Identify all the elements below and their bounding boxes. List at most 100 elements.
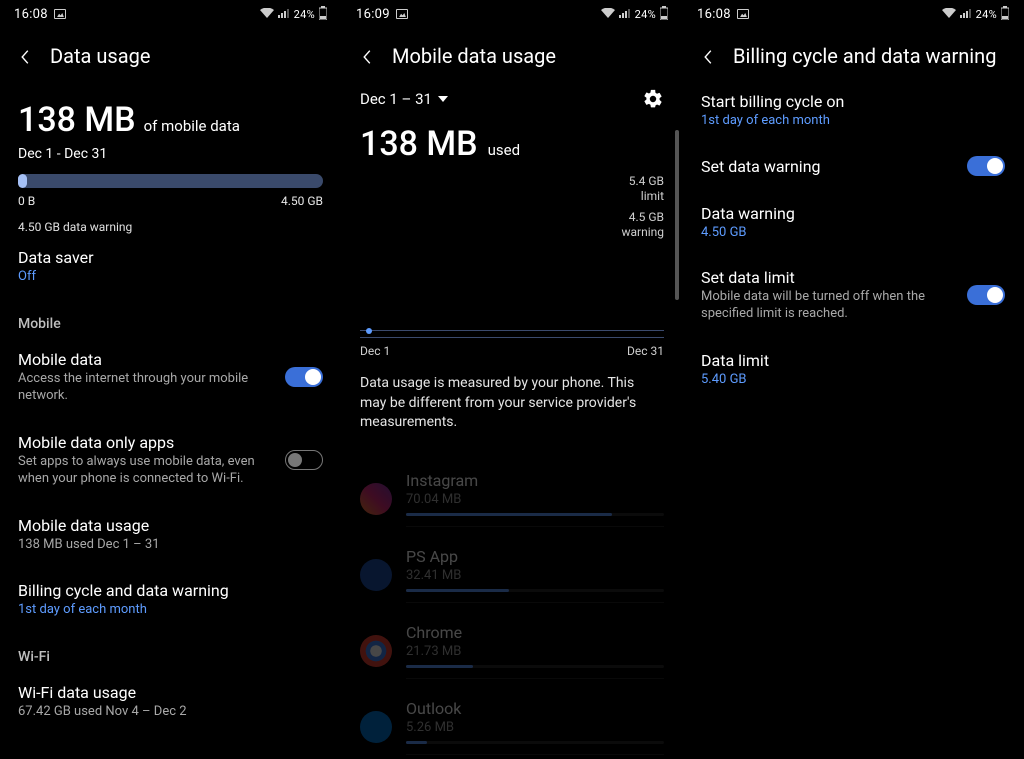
app-amount: 5.26 MB (406, 720, 664, 735)
wifi-usage-sub: 67.42 GB used Nov 4 – Dec 2 (18, 704, 323, 721)
battery-icon (1001, 6, 1009, 23)
app-row[interactable]: PS App 32.41 MB (342, 537, 682, 613)
gear-icon[interactable] (642, 88, 664, 110)
mobile-data-only-label: Mobile data only apps (18, 433, 275, 452)
row-set-warning[interactable]: Set data warning (701, 142, 1005, 190)
app-row[interactable]: Outlook 5.26 MB (342, 689, 682, 759)
back-icon[interactable] (18, 49, 32, 63)
caret-down-icon (438, 96, 448, 102)
section-wifi: Wi-Fi (18, 631, 323, 669)
screenshot-icon (54, 9, 66, 19)
mobile-data-sub: Access the internet through your mobile … (18, 371, 285, 405)
mobile-data-toggle[interactable] (285, 367, 323, 387)
usage-bar (18, 174, 323, 188)
wifi-icon (601, 8, 615, 21)
battery-pct: 24% (976, 8, 997, 21)
data-limit-value: 5.40 GB (701, 372, 1005, 387)
row-data-limit[interactable]: Data limit 5.40 GB (701, 337, 1005, 401)
page-title: Billing cycle and data warning (733, 44, 996, 68)
usage-summary: 138 MB used (342, 116, 682, 164)
bar-min: 0 B (18, 194, 35, 208)
signal-icon (619, 8, 631, 21)
app-usage-bar (406, 741, 664, 744)
row-data-saver[interactable]: Data saver Off (18, 234, 323, 298)
wifi-icon (260, 8, 274, 21)
row-start-billing[interactable]: Start billing cycle on 1st day of each m… (701, 78, 1005, 142)
clock: 16:08 (14, 7, 48, 22)
mobile-data-only-toggle[interactable] (285, 450, 323, 470)
app-icon (360, 483, 392, 515)
app-icon (360, 559, 392, 591)
billing-label: Billing cycle and data warning (18, 581, 323, 600)
app-name: Outlook (406, 699, 664, 718)
wifi-usage-label: Wi-Fi data usage (18, 683, 323, 702)
usage-suffix: of mobile data (144, 117, 240, 135)
warning-line: 4.5 GB warning (360, 210, 664, 240)
date-range: Dec 1 - Dec 31 (18, 146, 323, 162)
warning-note: 4.50 GB data warning (18, 220, 323, 234)
measurement-note: Data usage is measured by your phone. Th… (360, 374, 664, 433)
app-usage-bar (406, 513, 664, 516)
data-limit-label: Data limit (701, 351, 1005, 370)
app-amount: 21.73 MB (406, 644, 664, 659)
battery-icon (660, 6, 668, 23)
usage-amount: 138 MB (360, 124, 478, 164)
clock: 16:08 (697, 7, 731, 22)
set-warn-toggle[interactable] (967, 156, 1005, 176)
page-title: Mobile data usage (392, 44, 556, 68)
app-amount: 70.04 MB (406, 492, 664, 507)
app-row[interactable]: Chrome 21.73 MB (342, 613, 682, 689)
battery-pct: 24% (294, 8, 315, 21)
set-limit-toggle[interactable] (967, 285, 1005, 305)
usage-chart: Dec 1 Dec 31 (360, 330, 664, 358)
app-amount: 32.41 MB (406, 568, 664, 583)
row-billing[interactable]: Billing cycle and data warning 1st day o… (18, 567, 323, 631)
row-set-limit[interactable]: Set data limit Mobile data will be turne… (701, 254, 1005, 337)
mobile-usage-label: Mobile data usage (18, 516, 323, 535)
page-header: Data usage (0, 28, 341, 78)
set-limit-sub: Mobile data will be turned off when the … (701, 289, 957, 323)
clock: 16:09 (356, 7, 390, 22)
signal-icon (960, 8, 972, 21)
row-data-warning[interactable]: Data warning 4.50 GB (701, 190, 1005, 254)
app-usage-bar (406, 589, 664, 592)
limit-line: 5.4 GB limit (360, 174, 664, 204)
period-selector[interactable]: Dec 1 – 31 (360, 90, 448, 108)
page-header: Billing cycle and data warning (683, 28, 1023, 78)
app-name: Chrome (406, 623, 664, 642)
app-row[interactable]: Instagram70.04 MB (342, 461, 682, 537)
back-icon[interactable] (360, 49, 374, 63)
section-mobile: Mobile (18, 298, 323, 336)
status-bar: 16:09 24% (342, 0, 682, 28)
usage-suffix: used (488, 141, 520, 159)
app-icon (360, 635, 392, 667)
screenshot-icon (396, 9, 408, 19)
signal-icon (278, 8, 290, 21)
set-warn-label: Set data warning (701, 157, 821, 176)
app-usage-bar (406, 665, 664, 668)
row-mobile-usage[interactable]: Mobile data usage 138 MB used Dec 1 – 31 (18, 502, 323, 568)
row-wifi-usage[interactable]: Wi-Fi data usage 67.42 GB used Nov 4 – D… (18, 669, 323, 735)
mobile-data-label: Mobile data (18, 350, 285, 369)
row-mobile-data-only[interactable]: Mobile data only apps Set apps to always… (18, 419, 323, 502)
scroll-indicator[interactable] (675, 130, 679, 300)
usage-summary: 138 MB of mobile data (18, 100, 323, 140)
period-text: Dec 1 – 31 (360, 90, 432, 108)
screenshot-icon (737, 9, 749, 19)
mobile-usage-sub: 138 MB used Dec 1 – 31 (18, 537, 323, 554)
bar-labels: 0 B 4.50 GB (18, 194, 323, 208)
chart-end: Dec 31 (627, 344, 664, 358)
set-limit-label: Set data limit (701, 268, 957, 287)
mobile-data-only-sub: Set apps to always use mobile data, even… (18, 454, 275, 488)
chart-start: Dec 1 (360, 344, 390, 358)
row-mobile-data[interactable]: Mobile data Access the internet through … (18, 336, 323, 419)
back-icon[interactable] (701, 49, 715, 63)
page-header: Mobile data usage (342, 28, 682, 78)
data-warn-value: 4.50 GB (701, 225, 1005, 240)
start-label: Start billing cycle on (701, 92, 1005, 111)
bar-max: 4.50 GB (281, 194, 323, 208)
data-warn-label: Data warning (701, 204, 1005, 223)
app-name: PS App (406, 547, 664, 566)
status-bar: 16:08 24% (0, 0, 341, 28)
data-saver-label: Data saver (18, 248, 323, 267)
